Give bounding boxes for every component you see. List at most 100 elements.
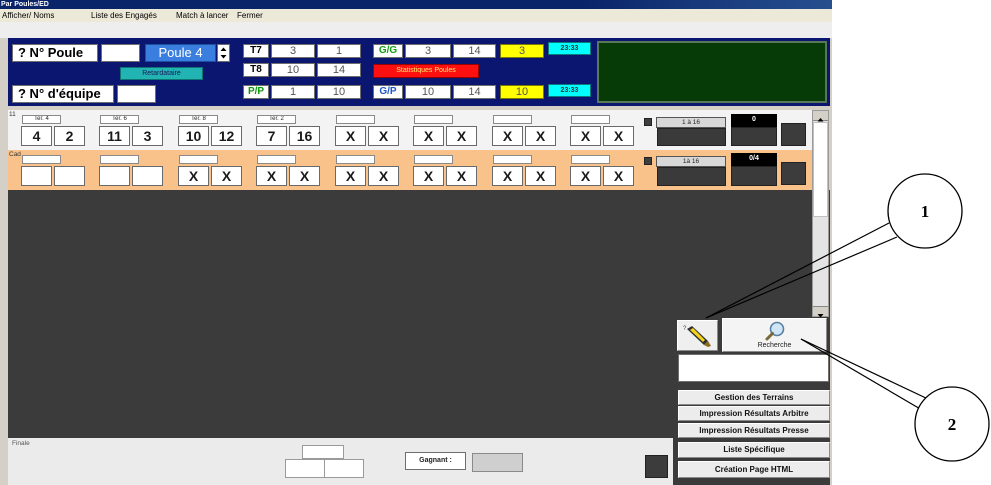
search-input[interactable]: [678, 354, 829, 382]
callout-1-number: 1: [921, 202, 930, 221]
score-cell[interactable]: X: [413, 166, 444, 186]
gp-time: 23:33: [548, 84, 591, 97]
pp-value-1: 1: [271, 85, 315, 99]
score-cell[interactable]: X: [335, 126, 366, 146]
pp-value-2: 10: [317, 85, 361, 99]
tool-button[interactable]: ?: [677, 320, 718, 351]
poule-number-input[interactable]: [101, 44, 140, 62]
score-cell[interactable]: X: [525, 126, 556, 146]
scroll-thumb[interactable]: [813, 122, 828, 217]
recherche-button[interactable]: Recherche: [722, 318, 827, 352]
score-cell[interactable]: X: [211, 166, 242, 186]
match-group: [20, 150, 86, 190]
gg-time: 23:33: [548, 42, 591, 55]
group-header: [257, 155, 296, 164]
row-indicator: [644, 157, 652, 165]
score-cell[interactable]: X: [492, 166, 523, 186]
score-cell[interactable]: 10: [178, 126, 209, 146]
t7-label: T7: [243, 44, 269, 58]
group-header: [414, 115, 453, 124]
callout-2-number: 2: [948, 415, 957, 434]
t8-label: T8: [243, 63, 269, 77]
impression-presse-button[interactable]: Impression Résultats Presse: [678, 423, 830, 438]
retardataire-button[interactable]: Retardataire: [120, 67, 203, 80]
row-label: 11: [9, 111, 16, 118]
range-label: 1 à 16: [656, 117, 726, 128]
match-group: X X: [334, 150, 400, 190]
gp-value-1: 10: [405, 85, 451, 99]
recherche-label: Recherche: [757, 342, 792, 349]
match-group: X X: [255, 150, 321, 190]
score-cell[interactable]: X: [335, 166, 366, 186]
scroll-up-button[interactable]: [813, 111, 828, 122]
score-cell[interactable]: 4: [21, 126, 52, 146]
menu-fermer[interactable]: Fermer: [237, 9, 263, 22]
poule-spinner[interactable]: [217, 44, 230, 62]
match-group: [98, 150, 164, 190]
equipe-label: ? N° d'équipe: [12, 85, 114, 103]
score-cell[interactable]: [99, 166, 130, 186]
menu-bar: Afficher/ Noms Liste des Engagés Match à…: [0, 9, 832, 22]
spinner-arrows-icon: [220, 47, 227, 59]
gg-value-2: 14: [453, 44, 496, 58]
equipe-number-input[interactable]: [117, 85, 156, 103]
gp-value-2: 14: [453, 85, 496, 99]
menu-liste-engages[interactable]: Liste des Engagés: [91, 9, 157, 22]
score-cell[interactable]: [21, 166, 52, 186]
group-header: [100, 155, 139, 164]
score-cell[interactable]: X: [570, 126, 601, 146]
creation-page-html-button[interactable]: Création Page HTML: [678, 461, 830, 478]
score-cell[interactable]: X: [492, 126, 523, 146]
finale-action-button[interactable]: [645, 455, 668, 478]
match-group: X X: [177, 150, 243, 190]
score-cell[interactable]: X: [570, 166, 601, 186]
score-cell[interactable]: X: [603, 126, 634, 146]
group-header: Ter. 4: [22, 115, 61, 124]
row-counter: 0/4: [731, 153, 777, 166]
row-action-button[interactable]: [781, 162, 806, 185]
score-cell[interactable]: [54, 166, 85, 186]
score-cell[interactable]: X: [178, 166, 209, 186]
marker-icon: ?: [683, 326, 711, 347]
green-display-panel: [597, 41, 827, 103]
range-panel: [657, 167, 726, 186]
range-label: 1à 16: [656, 156, 726, 167]
score-cell[interactable]: 12: [211, 126, 242, 146]
impression-arbitre-button[interactable]: Impression Résultats Arbitre: [678, 406, 830, 421]
score-cell[interactable]: X: [413, 126, 444, 146]
group-header: [493, 115, 532, 124]
score-cell[interactable]: X: [289, 166, 320, 186]
scroll-down-button[interactable]: [813, 306, 828, 318]
score-cell[interactable]: X: [446, 166, 477, 186]
match-group: X X: [412, 150, 478, 190]
group-header: [336, 155, 375, 164]
liste-specifique-button[interactable]: Liste Spécifique: [678, 442, 830, 458]
score-cell[interactable]: X: [446, 126, 477, 146]
score-cell[interactable]: 3: [132, 126, 163, 146]
svg-text:?: ?: [683, 326, 687, 332]
callout-1-circle: [887, 173, 963, 249]
score-cell[interactable]: 11: [99, 126, 130, 146]
rows-scrollbar[interactable]: [812, 110, 829, 318]
score-cell[interactable]: [132, 166, 163, 186]
match-group: Ter. 2 7 16: [255, 110, 321, 150]
statistiques-poules-button[interactable]: Statistiques Poules: [373, 64, 479, 78]
t8-value-1: 10: [271, 63, 315, 77]
menu-match-a-lancer[interactable]: Match à lancer: [176, 9, 228, 22]
score-cell[interactable]: 7: [256, 126, 287, 146]
counter-panel: [731, 166, 777, 186]
poule-select[interactable]: Poule 4: [145, 44, 216, 62]
score-cell[interactable]: X: [368, 126, 399, 146]
score-cell[interactable]: X: [525, 166, 556, 186]
group-header: [22, 155, 61, 164]
score-cell[interactable]: X: [368, 166, 399, 186]
score-cell[interactable]: 2: [54, 126, 85, 146]
group-header: Ter. 8: [179, 115, 218, 124]
score-cell[interactable]: X: [603, 166, 634, 186]
score-cell[interactable]: X: [256, 166, 287, 186]
menu-afficher-noms[interactable]: Afficher/ Noms: [2, 9, 54, 22]
row-action-button[interactable]: [781, 123, 806, 146]
score-cell[interactable]: 16: [289, 126, 320, 146]
gestion-terrains-button[interactable]: Gestion des Terrains: [678, 390, 830, 405]
match-group: Ter. 4 4 2: [20, 110, 86, 150]
